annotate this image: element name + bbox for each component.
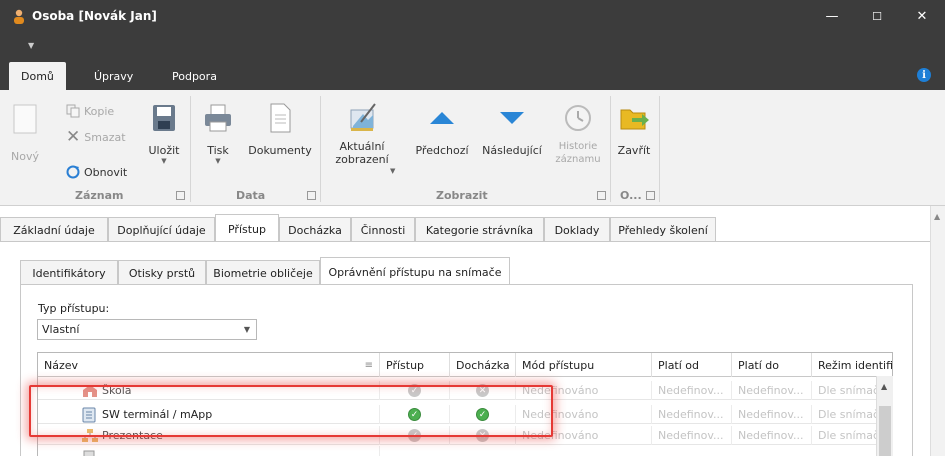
column-access-header[interactable]: Přístup [380, 353, 450, 377]
tab-identifiers[interactable]: Identifikátory [20, 260, 118, 285]
group-separator [659, 96, 660, 202]
save-button[interactable]: Uložit ▼ [144, 102, 184, 165]
title-bar: Osoba [Novák Jan] — ☐ ✕ [0, 0, 945, 34]
group-separator [320, 96, 321, 202]
cross-icon: ✕ [476, 429, 489, 442]
ribbon-tab-support[interactable]: Podpora [160, 62, 229, 90]
grid-header: Název ≡ Přístup Docházka Mód přístupu Pl… [38, 353, 892, 377]
person-icon [14, 9, 24, 24]
group-separator [190, 96, 191, 202]
table-row[interactable] [38, 446, 892, 456]
check-icon: ✓ [408, 408, 421, 421]
tab-additional-info[interactable]: Doplňující údaje [108, 217, 215, 242]
new-document-icon [13, 104, 37, 134]
tab-basic-info[interactable]: Základní údaje [0, 217, 108, 242]
refresh-icon [66, 165, 80, 179]
tab-face-biometrics[interactable]: Biometrie obličeje [206, 260, 320, 285]
filter-icon[interactable]: ≡ [365, 360, 373, 371]
group-label-other: O... [620, 189, 642, 202]
table-row[interactable]: Škola ✓ ✕ Nedefinováno Nedefinov... Nede… [38, 381, 892, 400]
current-view-dropdown-icon[interactable]: ▼ [390, 167, 395, 175]
check-icon: ✓ [476, 408, 489, 421]
table-row[interactable]: Prezentace ✓ ✕ Nedefinováno Nedefinov...… [38, 426, 892, 445]
network-icon [82, 428, 98, 442]
minimize-button[interactable]: — [809, 0, 855, 32]
group-label-data: Data [236, 189, 266, 202]
column-valid-to-header[interactable]: Platí do [732, 353, 812, 377]
column-mode-header[interactable]: Mód přístupu [516, 353, 652, 377]
tab-activities[interactable]: Činnosti [351, 217, 415, 242]
view-group-launcher-icon[interactable] [597, 191, 606, 200]
refresh-button[interactable]: Obnovit [66, 165, 127, 179]
print-dropdown-icon[interactable]: ▼ [215, 157, 220, 165]
copy-icon [66, 104, 80, 118]
info-icon[interactable]: i [917, 68, 931, 82]
column-attendance-header[interactable]: Docházka [450, 353, 516, 377]
window-title: Osoba [Novák Jan] [32, 9, 157, 23]
history-button[interactable]: Historie záznamu [551, 102, 605, 166]
table-row[interactable]: SW terminál / mApp ✓ ✓ Nedefinováno Nede… [38, 405, 892, 424]
print-button[interactable]: Tisk ▼ [200, 102, 236, 165]
group-separator [610, 96, 611, 202]
printer-icon [205, 104, 231, 132]
page-vertical-scrollbar[interactable]: ▲ [930, 206, 945, 456]
new-button[interactable]: Nový [8, 102, 42, 163]
current-view-button[interactable]: Aktuální zobrazení [326, 102, 398, 166]
tab-documents[interactable]: Doklady [544, 217, 610, 242]
permissions-grid: Název ≡ Přístup Docházka Mód přístupu Pl… [37, 352, 893, 456]
folder-exit-icon [620, 109, 649, 130]
save-icon [153, 105, 175, 131]
cross-icon: ✕ [476, 384, 489, 397]
save-dropdown-icon[interactable]: ▼ [161, 157, 166, 165]
tab-reader-permissions[interactable]: Oprávnění přístupu na snímače [320, 257, 510, 286]
documents-icon [270, 103, 291, 133]
quick-access-toolbar: ▼ [0, 34, 945, 58]
clock-icon [565, 105, 591, 131]
arrow-up-icon [430, 112, 454, 124]
school-building-icon [83, 384, 97, 397]
check-icon: ✓ [408, 384, 421, 397]
group-label-record: Záznam [75, 189, 124, 202]
scroll-thumb[interactable] [879, 406, 891, 456]
ribbon: Nový Kopie ✕ Smazat Obnovit Uložit ▼ Záz… [0, 90, 945, 206]
column-valid-from-header[interactable]: Platí od [652, 353, 732, 377]
maximize-button[interactable]: ☐ [854, 0, 900, 32]
chevron-down-icon: ▼ [243, 325, 250, 334]
scroll-up-icon[interactable]: ▲ [881, 382, 887, 391]
data-group-launcher-icon[interactable] [307, 191, 316, 200]
ribbon-tab-home[interactable]: Domů [9, 62, 66, 90]
customize-qat-icon[interactable]: ▼ [28, 41, 34, 50]
delete-icon: ✕ [66, 127, 81, 147]
column-ident-mode-header[interactable]: Režim identifil [812, 353, 892, 377]
previous-button[interactable]: Předchozí [412, 102, 472, 157]
edit-view-icon [350, 103, 376, 131]
ribbon-tab-bar: Domů Úpravy Podpora i [0, 58, 945, 90]
tab-access[interactable]: Přístup [215, 214, 279, 243]
other-group-launcher-icon[interactable] [646, 191, 655, 200]
tab-fingerprints[interactable]: Otisky prstů [118, 260, 206, 285]
grid-vertical-scrollbar[interactable]: ▲ [876, 376, 893, 456]
main-tab-bar: Základní údaje Doplňující údaje Přístup … [0, 214, 930, 243]
documents-button[interactable]: Dokumenty [247, 102, 313, 157]
record-group-launcher-icon[interactable] [176, 191, 185, 200]
close-button[interactable]: ✕ [899, 0, 945, 32]
access-type-label: Typ přístupu: [38, 302, 110, 315]
scroll-up-icon[interactable]: ▲ [934, 212, 940, 221]
copy-button[interactable]: Kopie [66, 104, 114, 118]
ribbon-tab-edit[interactable]: Úpravy [82, 62, 145, 90]
tab-training-overview[interactable]: Přehledy školení [610, 217, 716, 242]
arrow-down-icon [500, 112, 524, 124]
delete-button[interactable]: ✕ Smazat [66, 127, 126, 147]
tab-diner-category[interactable]: Kategorie strávníka [415, 217, 544, 242]
terminal-icon [82, 407, 96, 422]
tab-attendance[interactable]: Docházka [279, 217, 351, 242]
access-type-select[interactable]: Vlastní ▼ [37, 319, 257, 340]
check-icon: ✓ [408, 429, 421, 442]
next-button[interactable]: Následující [479, 102, 545, 157]
device-icon [83, 450, 95, 456]
column-name-header[interactable]: Název ≡ [38, 353, 380, 377]
group-label-view: Zobrazit [436, 189, 488, 202]
close-record-button[interactable]: Zavřít [613, 102, 655, 157]
